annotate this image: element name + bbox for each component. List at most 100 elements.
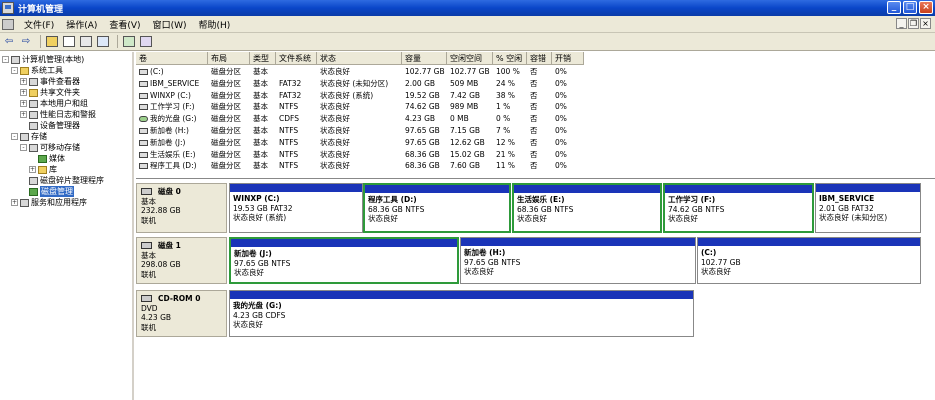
partition[interactable]: WINXP (C:) 19.53 GB FAT32 状态良好 (系统) [229, 183, 363, 233]
title-bar: 计算机管理 _ □ × [0, 0, 935, 16]
column-header[interactable]: 空闲空间 [447, 52, 493, 65]
volume-label: 新加卷 (H:) [150, 126, 189, 135]
show-hide-tree-icon[interactable] [62, 35, 76, 49]
collapse-icon[interactable]: - [11, 133, 18, 140]
partition[interactable]: IBM_SERVICE 2.01 GB FAT32 状态良好 (未知分区) [815, 183, 921, 233]
tree-label: 系统工具 [31, 66, 63, 75]
menu-view[interactable]: 查看(V) [103, 18, 146, 31]
child-close-button[interactable]: × [920, 18, 931, 29]
tree-item[interactable]: 设备管理器 [20, 120, 80, 131]
volume-name[interactable]: 生活娱乐 (E:) [136, 149, 208, 161]
tree-item[interactable]: 媒体 [29, 153, 65, 164]
column-header[interactable]: 容错 [527, 52, 552, 65]
disk-info[interactable]: CD-ROM 0 DVD 4.23 GB 联机 [136, 290, 227, 337]
volume-icon [139, 163, 148, 170]
expand-icon[interactable]: + [20, 89, 27, 96]
disk-name: CD-ROM 0 [141, 294, 222, 304]
menu-action[interactable]: 操作(A) [60, 18, 103, 31]
cd-icon [139, 116, 148, 123]
expand-icon[interactable]: + [29, 166, 36, 173]
column-header[interactable]: 类型 [250, 52, 276, 65]
volume-cell: 基本 [253, 137, 268, 147]
tree-item[interactable]: - 可移动存储 [20, 142, 80, 153]
column-header[interactable]: 容量 [402, 52, 447, 65]
tree-item[interactable]: + 事件查看器 [20, 76, 80, 87]
tree-item[interactable]: 磁盘管理 [20, 186, 74, 197]
volume-cell: 24 % [496, 78, 516, 88]
up-folder-icon[interactable] [45, 35, 59, 49]
tree-label: 媒体 [49, 154, 65, 163]
tree-item[interactable]: + 性能日志和警报 [20, 109, 96, 120]
child-minimize-button[interactable]: _ [896, 18, 907, 29]
column-header[interactable]: 卷 [136, 52, 208, 65]
expand-icon[interactable]: + [20, 100, 27, 107]
collapse-icon[interactable]: - [2, 56, 9, 63]
column-header[interactable]: 文件系统 [276, 52, 317, 65]
help-icon[interactable] [96, 35, 110, 49]
partition[interactable]: 程序工具 (D:) 68.36 GB NTFS 状态良好 [363, 183, 511, 233]
partition[interactable]: 生活娱乐 (E:) 68.36 GB NTFS 状态良好 [512, 183, 662, 233]
volume-name[interactable]: IBM_SERVICE [136, 78, 208, 90]
tree-item[interactable]: - 计算机管理(本地) [2, 54, 84, 65]
tree-item[interactable]: - 存储 [11, 131, 47, 142]
partition[interactable]: 新加卷 (J:) 97.65 GB NTFS 状态良好 [229, 237, 459, 284]
tree-item[interactable]: + 本地用户和组 [20, 98, 88, 109]
partition[interactable]: (C:) 102.77 GB 状态良好 [697, 237, 921, 284]
tree-item[interactable]: + 服务和应用程序 [11, 197, 87, 208]
expand-icon[interactable]: + [20, 78, 27, 85]
refresh-icon[interactable] [122, 35, 136, 49]
volume-name[interactable]: 新加卷 (H:) [136, 125, 208, 137]
volume-name[interactable]: 工作学习 (F:) [136, 101, 208, 113]
tree-item[interactable]: + 共享文件夹 [20, 87, 80, 98]
partition[interactable]: 我的光盘 (G:) 4.23 GB CDFS 状态良好 [229, 290, 694, 337]
volume-name[interactable]: 我的光盘 (G:) [136, 113, 208, 125]
tree-item[interactable]: - 系统工具 [11, 65, 63, 76]
menu-help[interactable]: 帮助(H) [193, 18, 237, 31]
column-header[interactable]: 开销 [552, 52, 584, 65]
disk-info[interactable]: 磁盘 1 基本 298.08 GB 联机 [136, 237, 227, 284]
volume-icon [139, 80, 148, 87]
partition-body: 程序工具 (D:) 68.36 GB NTFS 状态良好 [365, 193, 509, 226]
collapse-icon[interactable]: - [11, 67, 18, 74]
volume-cell: 磁盘分区 [211, 90, 241, 100]
volume-cell: CDFS [279, 114, 299, 124]
menu-file[interactable]: 文件(F) [18, 18, 60, 31]
tree-item[interactable]: + 库 [29, 164, 57, 175]
partition-name: 程序工具 (D:) [368, 195, 417, 204]
volume-cell: 15.02 GB [450, 149, 485, 159]
expand-icon[interactable]: + [11, 199, 18, 206]
partition[interactable]: 工作学习 (F:) 74.62 GB NTFS 状态良好 [663, 183, 814, 233]
column-header[interactable]: % 空闲 [493, 52, 527, 65]
back-arrow-icon[interactable]: ⇦ [2, 35, 16, 49]
partition[interactable]: 新加卷 (H:) 97.65 GB NTFS 状态良好 [460, 237, 696, 284]
volume-cell: 否 [530, 137, 538, 147]
partition-name: WINXP (C:) [233, 194, 280, 203]
partition-size: 19.53 GB FAT32 [233, 203, 293, 213]
disk-info[interactable]: 磁盘 0 基本 232.88 GB 联机 [136, 183, 227, 233]
tree-item[interactable]: 磁盘碎片整理程序 [20, 175, 104, 186]
document-icon[interactable] [2, 18, 14, 30]
volume-name[interactable]: 程序工具 (D:) [136, 160, 208, 172]
volume-name[interactable]: 新加卷 (J:) [136, 137, 208, 149]
volume-name[interactable]: (C:) [136, 66, 208, 78]
partition-size: 97.65 GB NTFS [234, 258, 291, 268]
properties-icon[interactable] [79, 35, 93, 49]
column-header[interactable]: 布局 [208, 52, 250, 65]
close-button[interactable]: × [919, 1, 933, 14]
volume-cell: FAT32 [279, 90, 302, 100]
forward-arrow-icon[interactable]: ⇨ [19, 35, 33, 49]
partition-body: 新加卷 (H:) 97.65 GB NTFS 状态良好 [461, 246, 695, 279]
storage-icon [20, 132, 29, 141]
column-header[interactable]: 状态 [317, 52, 402, 65]
maximize-button[interactable]: □ [903, 1, 917, 14]
collapse-icon[interactable]: - [20, 144, 27, 151]
expand-icon[interactable]: + [20, 111, 27, 118]
volume-label: IBM_SERVICE [150, 78, 200, 88]
settings-icon[interactable] [139, 35, 153, 49]
tree-label: 设备管理器 [40, 121, 80, 130]
minimize-button[interactable]: _ [887, 1, 901, 14]
volume-cell: 0% [555, 161, 567, 171]
menu-window[interactable]: 窗口(W) [147, 18, 193, 31]
child-restore-button[interactable]: ❐ [908, 18, 919, 29]
volume-name[interactable]: WINXP (C:) [136, 90, 208, 102]
